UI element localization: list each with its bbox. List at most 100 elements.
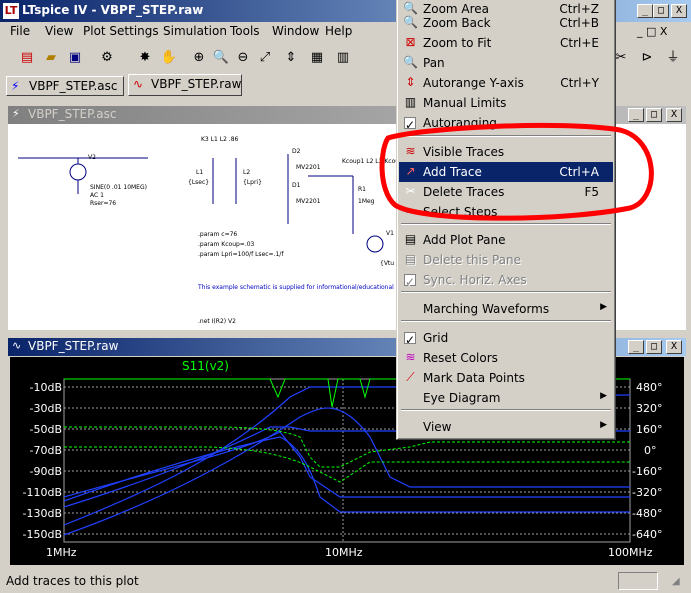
checkbox-icon: ✓ [404,117,416,132]
d1-label: D1 [292,182,301,189]
menu-tools[interactable]: Tools [230,24,260,38]
menu-separator [401,320,611,322]
param-kcoup: .param Kcoup=.03 [198,241,255,248]
menu-item-shortcut: Ctrl+E [560,36,599,50]
menu-item-label: Add Trace [423,165,482,179]
menu-item-sync-horiz-axes[interactable]: ✓ Sync. Horiz. Axes [399,270,613,290]
info-note: This example schematic is supplied for i… [198,284,394,291]
new-schematic-icon[interactable]: ▤ [16,47,38,69]
schematic-canvas[interactable] [8,124,398,330]
y-right-tick: -320° [632,486,663,499]
control-panel-icon[interactable]: ⚙ [96,47,118,69]
menu-item-mark-data-points[interactable]: ⟋ Mark Data Points [399,368,613,388]
menu-view[interactable]: View [45,24,73,38]
d2-label: D2 [292,148,301,155]
select-steps-icon: ≈ [405,204,416,218]
checkbox-icon: ✓ [404,274,416,289]
halt-icon[interactable]: ✋ [158,47,180,69]
menu-separator [401,135,611,137]
zoom-fit-icon: ⊠ [405,35,416,49]
y-left-tick: -90dB [29,465,63,478]
menu-item-label: Add Plot Pane [423,233,506,247]
menu-item-label: Reset Colors [423,351,498,365]
menu-item-eye-diagram[interactable]: Eye Diagram ▶ [399,388,613,408]
menu-item-add-trace[interactable]: ↗ Add Trace Ctrl+A [399,162,613,182]
plot-maximize-button[interactable]: □ [646,340,662,354]
y-left-tick: -150dB [22,528,63,541]
menu-item-label: Grid [423,331,449,345]
x-tick: 100MHz [608,546,653,559]
run-icon[interactable]: ✸ [134,47,156,69]
menu-item-select-steps[interactable]: ≈ Select Steps [399,202,613,222]
autorange-toolbar-icon[interactable]: ⇕ [280,47,302,69]
menu-simulation[interactable]: Simulation [163,24,227,38]
v2-label: V2 [88,154,96,161]
schematic-close-button[interactable]: X [666,108,682,122]
schematic-minimize-button[interactable]: _ [628,108,644,122]
menu-file[interactable]: File [10,24,30,38]
autorange-icon: ⇕ [405,75,416,89]
menu-plot-settings[interactable]: Plot Settings [83,24,159,38]
menu-item-visible-traces[interactable]: ≋ Visible Traces [399,142,613,162]
menu-item-label: Autorange Y-axis [423,76,524,90]
open-folder-icon[interactable]: ▰ [40,47,62,69]
menu-item-autoranging[interactable]: ✓ Autoranging [399,113,613,133]
plot-close-button[interactable]: X [666,340,682,354]
menu-item-autorange-y[interactable]: ⇕ Autorange Y-axis Ctrl+Y [399,73,613,93]
schematic-maximize-button[interactable]: □ [646,108,662,122]
menu-help[interactable]: Help [325,24,352,38]
menu-item-reset-colors[interactable]: ≋ Reset Colors [399,348,613,368]
zoom-in-icon[interactable]: ⊕ [188,47,210,69]
plot-title: VBPF_STEP.raw [28,339,119,353]
y-left-tick: -30dB [29,402,63,415]
ground-icon[interactable]: ⏚ [662,47,684,69]
close-button[interactable]: X [671,4,687,18]
trace-label-s11[interactable]: S11(v2) [182,359,229,373]
tab-schematic[interactable]: ⚡ VBPF_STEP.asc [6,76,124,96]
status-panel [618,572,658,590]
menu-item-label: Delete Traces [423,185,505,199]
add-trace-icon: ↗ [405,164,416,178]
menu-item-manual-limits[interactable]: ▥ Manual Limits [399,93,613,113]
coupling-label: K3 L1 L2 .86 [201,136,239,143]
tab-waveform[interactable]: ∿ VBPF_STEP.raw [128,74,242,96]
menu-item-delete-traces[interactable]: ✂ Delete Traces F5 [399,182,613,202]
status-bar: Add traces to this plot ◢ [0,570,691,593]
l1-value: {Lsec} [188,179,210,186]
save-icon[interactable]: ▣ [64,47,86,69]
menu-item-label: Delete this Pane [423,253,521,267]
menu-item-marching-waveforms[interactable]: Marching Waveforms ▶ [399,299,613,319]
app-logo-icon: LT [3,3,19,19]
cascade-icon[interactable]: ▥ [332,47,354,69]
plot-minimize-button[interactable]: _ [628,340,644,354]
menu-item-delete-pane[interactable]: ▤ Delete this Pane [399,250,613,270]
r1-value: 1Meg [358,198,375,205]
diode-tool-icon[interactable]: ⊳ [636,47,658,69]
menu-item-zoom-back[interactable]: 🔍 Zoom Back Ctrl+B [399,13,613,33]
zoom-pan-icon[interactable]: 🔍 [210,47,232,69]
zoom-out-icon[interactable]: ⊖ [232,47,254,69]
menu-item-grid[interactable]: ✓ Grid [399,328,613,348]
y-left-tick: -70dB [29,444,63,457]
v2-rser: Rser=76 [90,200,117,207]
resize-grip-icon[interactable]: ◢ [672,576,680,587]
menu-window-controls[interactable]: _ □ X [637,25,667,38]
menu-item-label: Zoom to Fit [423,36,492,50]
menu-item-view[interactable]: View ▶ [399,417,613,437]
zoom-fit-toolbar-icon[interactable]: ⤢ [254,47,276,69]
menu-window[interactable]: Window [272,24,319,38]
d2-value: MV2201 [296,164,321,171]
menu-item-pan[interactable]: 🔍 Pan [399,53,613,73]
submenu-arrow-icon: ▶ [600,420,607,430]
tile-horizontal-icon[interactable]: ▦ [306,47,328,69]
schematic-title: VBPF_STEP.asc [28,107,117,121]
menu-separator [401,223,611,225]
plot-window-icon: ∿ [12,339,22,352]
menu-item-shortcut: Ctrl+B [559,16,599,30]
menu-item-add-plot-pane[interactable]: ▤ Add Plot Pane [399,230,613,250]
minimize-button[interactable]: _ [637,4,653,18]
menu-item-label: Marching Waveforms [423,302,550,316]
menu-item-zoom-to-fit[interactable]: ⊠ Zoom to Fit Ctrl+E [399,33,613,53]
menu-item-label: Visible Traces [423,145,505,159]
maximize-button[interactable]: □ [653,4,669,18]
